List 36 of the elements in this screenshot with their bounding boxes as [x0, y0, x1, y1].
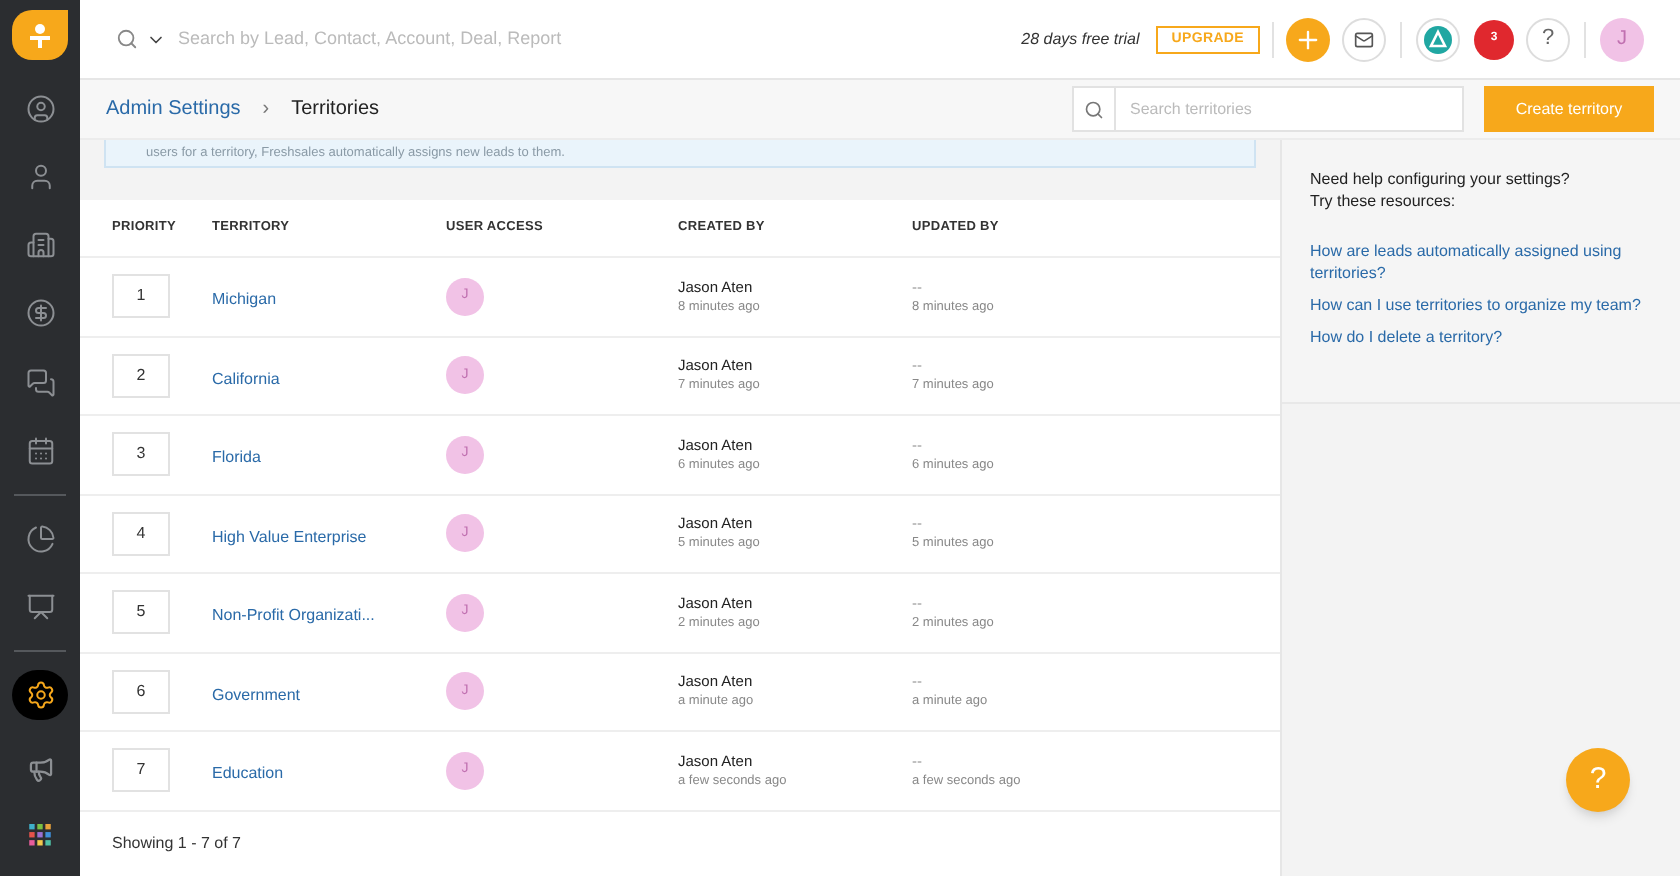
megaphone-icon[interactable]: [25, 755, 55, 783]
priority-field[interactable]: 6: [112, 669, 170, 714]
app-icon[interactable]: [1416, 17, 1460, 61]
help-link[interactable]: How are leads automatically assigned using territories?: [1310, 240, 1652, 284]
pagination-text: Showing 1 - 7 of 7: [112, 831, 241, 856]
breadcrumb-link[interactable]: Admin Settings: [106, 94, 241, 124]
search-icon[interactable]: [116, 28, 138, 50]
page-title: Territories: [291, 96, 380, 124]
help-button[interactable]: ?: [1526, 17, 1570, 61]
territory-link[interactable]: Florida: [212, 448, 261, 467]
settings-icon[interactable]: [12, 669, 68, 720]
global-search-field[interactable]: Search by Lead, Contact, Account, Deal, Report: [178, 25, 778, 53]
territory-link[interactable]: Non-Profit Organizati...: [212, 606, 375, 625]
priority-field[interactable]: 1: [112, 274, 170, 319]
search-icon: [1084, 99, 1104, 119]
logo-icon[interactable]: [12, 10, 68, 61]
priority-field[interactable]: 2: [112, 353, 170, 398]
territory-link[interactable]: Education: [212, 764, 284, 783]
territory-search-field[interactable]: Search territories: [1116, 86, 1464, 132]
territory-link[interactable]: High Value Enterprise: [212, 527, 367, 546]
trial-text: 28 days free trial: [1021, 27, 1140, 51]
search-button[interactable]: [1072, 86, 1116, 132]
priority-field[interactable]: 4: [112, 511, 170, 556]
help-link[interactable]: How can I use territories to organize my team?: [1310, 294, 1652, 316]
priority-field[interactable]: 7: [112, 748, 170, 793]
help-intro: Need help configuring your settings?: [1310, 168, 1572, 190]
territory-link[interactable]: Michigan: [212, 290, 277, 309]
help-link[interactable]: How do I delete a territory?: [1310, 326, 1652, 348]
breadcrumb-separator: ›: [262, 96, 270, 124]
territory-link[interactable]: Government: [212, 685, 301, 704]
help-intro: Try these resources:: [1310, 190, 1458, 212]
territory-link[interactable]: California: [212, 369, 280, 388]
priority-field[interactable]: 5: [112, 590, 170, 635]
app-grid-icon[interactable]: [28, 824, 52, 846]
priority-field[interactable]: 3: [112, 432, 170, 477]
mail-icon[interactable]: [1342, 17, 1386, 61]
